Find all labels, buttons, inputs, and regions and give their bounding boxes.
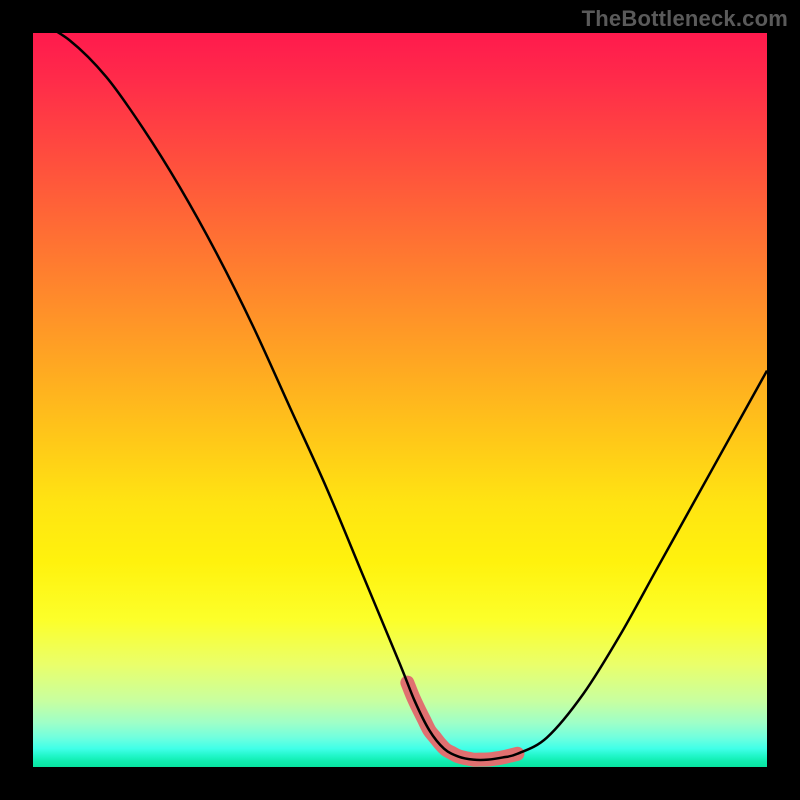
watermark-text: TheBottleneck.com <box>582 6 788 32</box>
plot-area <box>33 33 767 767</box>
chart-container: TheBottleneck.com <box>0 0 800 800</box>
bottleneck-curve <box>33 33 767 760</box>
curve-svg <box>33 33 767 767</box>
